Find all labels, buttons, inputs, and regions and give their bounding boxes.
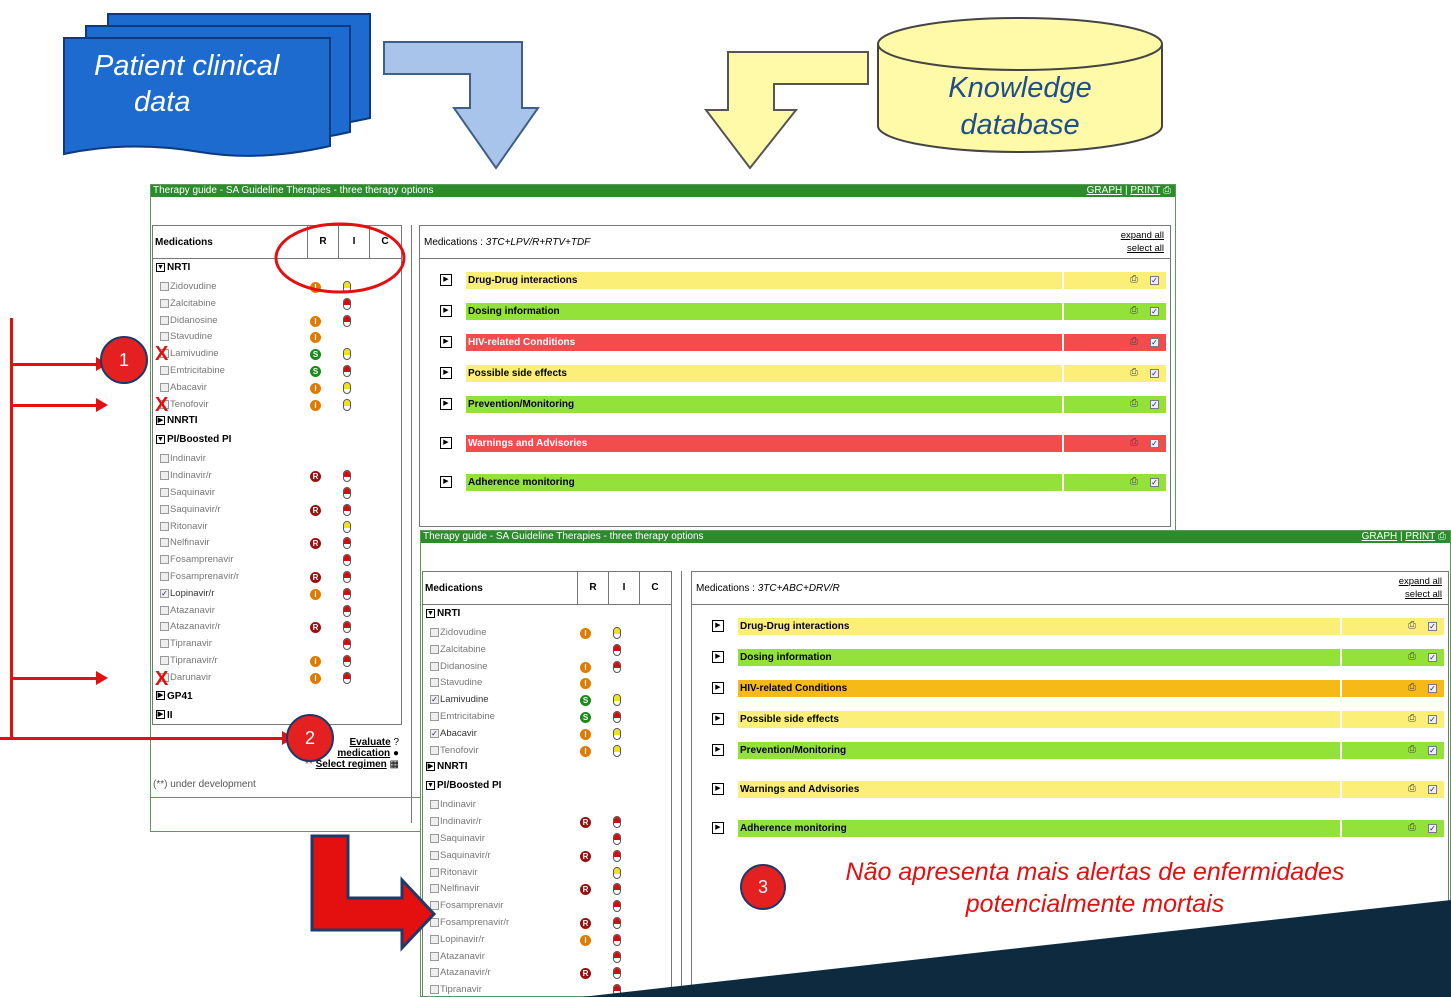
remove-mark-tenofovir: X [155,394,169,416]
step-badge-3: 3 [740,864,786,910]
step-badge-1: 1 [100,336,148,384]
step-badge-2: 2 [286,714,334,762]
remove-mark-lamivudine: X [155,343,169,365]
remove-mark-darunavir: X [155,668,169,690]
annotation-arrows [96,357,1451,997]
caption: Não apresenta mais alertas de enfermidad… [845,858,1345,918]
